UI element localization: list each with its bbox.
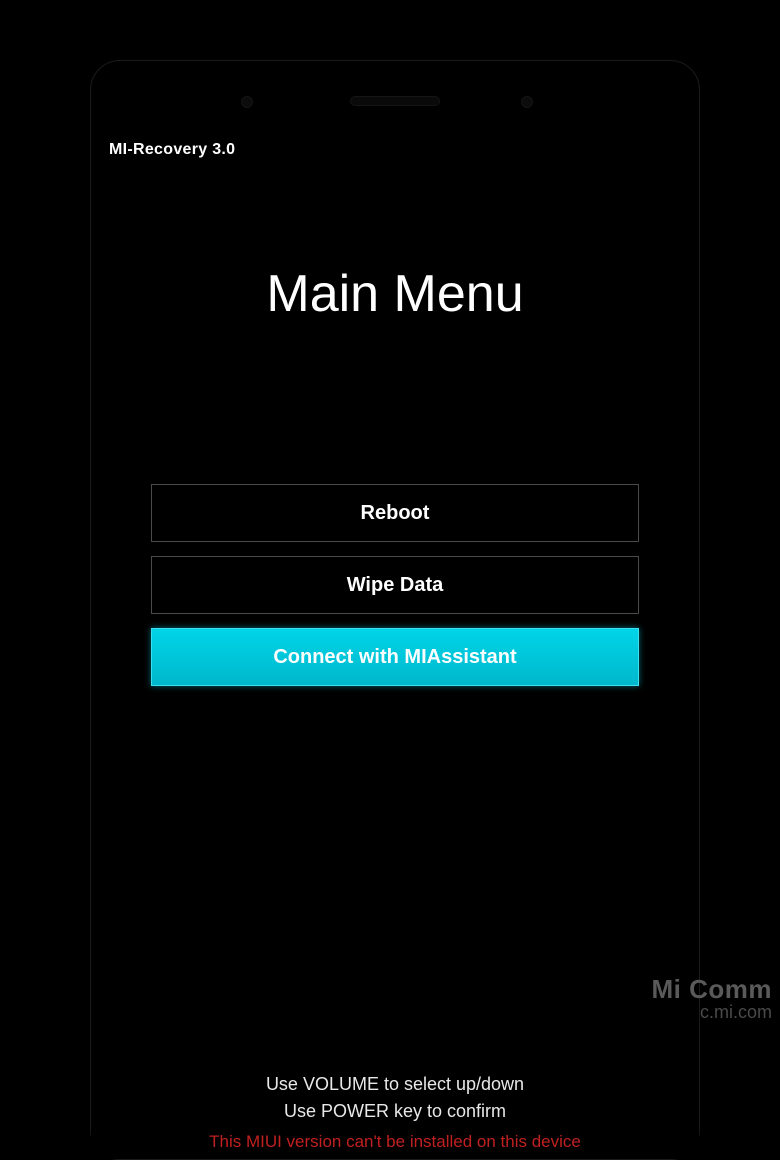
instruction-volume: Use VOLUME to select up/down xyxy=(91,1071,699,1098)
main-menu: Reboot Wipe Data Connect with MIAssistan… xyxy=(101,484,689,686)
install-warning: This MIUI version can't be installed on … xyxy=(91,1129,699,1155)
instruction-power: Use POWER key to confirm xyxy=(91,1098,699,1125)
phone-sensor-icon xyxy=(241,96,253,108)
phone-speaker xyxy=(350,96,440,106)
recovery-version-label: MI-Recovery 3.0 xyxy=(109,141,689,159)
instruction-block: Use VOLUME to select up/down Use POWER k… xyxy=(91,1071,699,1155)
menu-item-wipe-data[interactable]: Wipe Data xyxy=(151,556,639,614)
menu-item-connect-miassistant[interactable]: Connect with MIAssistant xyxy=(151,628,639,686)
phone-camera-icon xyxy=(521,96,533,108)
menu-item-label: Connect with MIAssistant xyxy=(273,646,516,669)
phone-frame: MI-Recovery 3.0 Main Menu Reboot Wipe Da… xyxy=(90,60,700,1160)
recovery-screen: MI-Recovery 3.0 Main Menu Reboot Wipe Da… xyxy=(91,141,699,1159)
page-title: Main Menu xyxy=(101,264,689,324)
menu-item-reboot[interactable]: Reboot xyxy=(151,484,639,542)
menu-item-label: Reboot xyxy=(361,502,430,525)
menu-item-label: Wipe Data xyxy=(347,574,444,597)
